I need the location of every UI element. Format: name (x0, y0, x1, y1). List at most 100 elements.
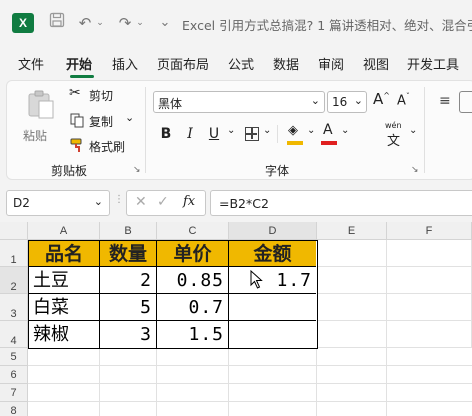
cell[interactable] (317, 267, 387, 294)
row-header[interactable]: 7 (0, 384, 28, 402)
column-header[interactable]: B (100, 222, 157, 240)
cell[interactable] (317, 294, 387, 321)
row-header[interactable]: 8 (0, 402, 28, 416)
cut-button[interactable]: ✂ 剪切 (67, 85, 137, 105)
row-header[interactable]: 6 (0, 366, 28, 384)
clipboard-launcher-icon[interactable]: ↘ (133, 165, 141, 175)
cell[interactable] (387, 240, 472, 267)
table-cell[interactable]: 5 (100, 294, 157, 321)
cell[interactable] (317, 240, 387, 267)
italic-button[interactable]: I (179, 123, 201, 145)
column-header[interactable]: C (157, 222, 229, 240)
cancel-icon[interactable]: ✕ (135, 194, 147, 210)
font-name-value: 黑体 (158, 97, 183, 111)
copy-button[interactable]: 复制 ⌄ (67, 111, 139, 131)
table-header-cell[interactable]: 品名 (29, 241, 100, 267)
underline-button[interactable]: U (203, 123, 225, 145)
font-color-dropdown-icon[interactable]: ⌄ (341, 125, 349, 136)
tab-home[interactable]: 开始 (66, 54, 92, 73)
undo-icon[interactable]: ↶ (74, 12, 96, 34)
row-header[interactable]: 5 (0, 348, 28, 366)
undo-dropdown-icon[interactable]: ⌄ (94, 12, 106, 34)
customize-toolbar-icon[interactable]: ⌄ (154, 12, 176, 34)
font-size-select[interactable]: 16 ⌄ (327, 91, 367, 113)
font-launcher-icon[interactable]: ↘ (411, 165, 419, 175)
phonetic-dropdown-icon[interactable]: ⌄ (409, 125, 417, 136)
selected-cell[interactable]: 1.7 (229, 267, 316, 294)
redo-dropdown-icon[interactable]: ⌄ (134, 12, 146, 34)
formula-input[interactable]: =B2*C2 (210, 190, 472, 216)
tab-view[interactable]: 视图 (363, 54, 389, 73)
table-cell[interactable]: 辣椒 (29, 321, 100, 348)
table-header-cell[interactable]: 金额 (229, 241, 316, 267)
fill-color-button[interactable]: ◈ (285, 123, 305, 147)
formula-bar: D2 ⌄ ⋮ ✕ ✓ fx =B2*C2 (0, 186, 472, 220)
table-header-cell[interactable]: 数量 (100, 241, 157, 267)
format-painter-button[interactable]: 格式刷 (67, 136, 137, 156)
save-icon[interactable] (46, 12, 68, 34)
font-color-swatch (321, 141, 337, 145)
column-header[interactable]: A (28, 222, 100, 240)
font-name-select[interactable]: 黑体 ⌄ (153, 91, 325, 113)
redo-icon[interactable]: ↷ (114, 12, 136, 34)
copy-label: 复制 (89, 115, 114, 129)
tab-file[interactable]: 文件 (18, 54, 44, 73)
tab-formulas[interactable]: 公式 (228, 54, 254, 73)
font-color-button[interactable]: A (319, 122, 339, 147)
copy-icon (70, 113, 84, 128)
confirm-icon[interactable]: ✓ (157, 194, 169, 210)
fill-color-swatch (287, 141, 303, 145)
tab-insert[interactable]: 插入 (112, 54, 138, 73)
table-header-cell[interactable]: 单价 (157, 241, 229, 267)
drag-handle-icon[interactable]: ⋮ (114, 194, 124, 205)
table-cell[interactable]: 0.7 (157, 294, 229, 321)
table-cell[interactable]: 1.5 (157, 321, 229, 348)
title-bar: X ↶ ⌄ ↷ ⌄ ⌄ Excel 引用方式总搞混? 1 篇讲透相对、绝对、混合… (0, 0, 472, 46)
column-header[interactable]: E (317, 222, 387, 240)
underline-dropdown-icon[interactable]: ⌄ (227, 125, 235, 136)
group-divider (145, 87, 146, 173)
tab-review[interactable]: 审阅 (318, 54, 344, 73)
bold-button[interactable]: B (155, 123, 177, 145)
tab-page-layout[interactable]: 页面布局 (157, 54, 209, 73)
borders-dropdown-icon[interactable]: ⌄ (263, 125, 271, 136)
table-cell[interactable]: 0.85 (157, 267, 229, 294)
phonetic-guide-button[interactable]: wén 文 (383, 121, 409, 149)
paste-label: 粘贴 (23, 129, 48, 143)
worksheet-grid[interactable]: A B C D E F 1 2 3 4 5 6 7 8 品名 数量 单价 金额 … (0, 222, 472, 416)
tab-developer[interactable]: 开发工具 (407, 54, 459, 73)
copy-dropdown-icon[interactable]: ⌄ (125, 111, 134, 124)
decrease-font-size-icon[interactable]: Aˇ (397, 92, 410, 108)
column-header[interactable]: F (387, 222, 472, 240)
clipboard-group-label: 剪贴板 (51, 164, 88, 178)
table-cell[interactable]: 白菜 (29, 294, 100, 321)
paint-bucket-icon: ◈ (288, 123, 298, 138)
row-header[interactable]: 3 (0, 294, 28, 321)
column-header[interactable]: D (229, 222, 317, 240)
table-cell[interactable]: 3 (100, 321, 157, 348)
align-middle-icon[interactable] (459, 91, 472, 113)
cell[interactable] (387, 321, 472, 348)
select-all-corner[interactable] (0, 222, 28, 240)
table-cell[interactable] (229, 321, 316, 348)
increase-font-size-icon[interactable]: A^ (373, 90, 390, 108)
table-cell[interactable] (229, 294, 316, 321)
empty-cells-area[interactable] (28, 348, 472, 416)
cell[interactable] (387, 294, 472, 321)
insert-function-icon[interactable]: fx (183, 194, 195, 209)
borders-icon[interactable] (245, 127, 259, 141)
paste-button[interactable]: 粘贴 (21, 87, 63, 147)
tab-data[interactable]: 数据 (273, 54, 299, 73)
mouse-pointer-icon (250, 270, 263, 289)
name-box[interactable]: D2 ⌄ (6, 190, 110, 216)
table-cell[interactable]: 2 (100, 267, 157, 294)
row-header[interactable]: 4 (0, 321, 28, 348)
divider (277, 125, 278, 143)
row-header[interactable]: 2 (0, 267, 28, 294)
cell[interactable] (387, 267, 472, 294)
table-cell[interactable]: 土豆 (29, 267, 100, 294)
row-header[interactable]: 1 (0, 240, 28, 267)
cell[interactable] (317, 321, 387, 348)
align-top-icon[interactable]: ≡ (439, 93, 451, 109)
fill-color-dropdown-icon[interactable]: ⌄ (307, 125, 315, 136)
